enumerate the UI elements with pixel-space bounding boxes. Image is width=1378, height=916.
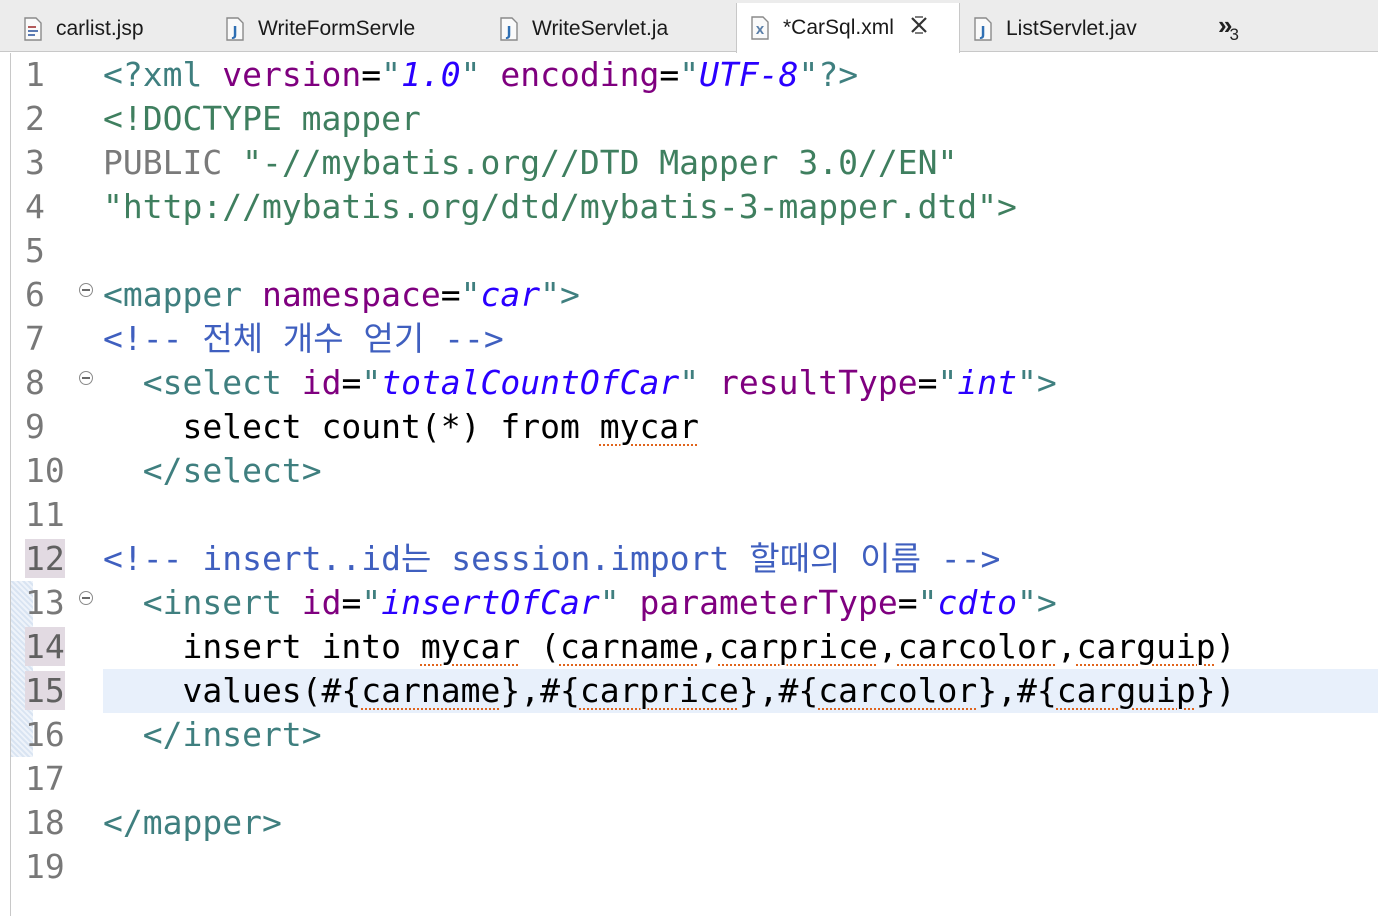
code-text: <insert id="insertOfCar" parameterType="… [142,583,1057,622]
line-number: 15 [25,671,65,710]
svg-text:J: J [980,25,986,40]
fold-toggle-icon[interactable] [79,591,93,605]
code-text: values(#{carname},#{carprice},#{carcolor… [103,671,1236,710]
line-number: 17 [25,759,65,798]
code-text: <!-- insert..id는 session.import 할때의 이름 -… [103,539,1001,578]
line-number: 12 [25,539,65,578]
java-file-icon: J [224,17,246,41]
tab-listservlet-jav[interactable]: J ListServlet.jav [962,6,1212,52]
jsp-file-icon [22,17,44,41]
code-text: insert into mycar (carname,carprice,carc… [103,627,1236,666]
line-number: 10 [25,451,65,490]
line-number: 5 [25,231,45,270]
line-number: 3 [25,143,45,182]
line-number: 1 [25,55,45,94]
code-line[interactable]: 2 <!DOCTYPE mapper [11,97,1378,141]
tab-label: WriteFormServle [258,17,416,40]
line-number: 8 [25,363,45,402]
code-text: PUBLIC "-//mybatis.org//DTD Mapper 3.0//… [103,143,958,182]
code-text: </insert> [142,715,322,754]
code-line[interactable]: 9 select count(*) from mycar [11,405,1378,449]
line-number: 9 [25,407,45,446]
code-text: <?xml version="1.0" encoding="UTF-8"?> [103,55,859,94]
line-number: 16 [25,715,65,754]
code-text: select count(*) from mycar [103,407,700,446]
code-text: <select id="totalCountOfCar" resultType=… [142,363,1057,402]
overflow-chevron-icon: » [1218,10,1233,40]
java-file-icon: J [972,17,994,41]
svg-text:J: J [506,25,512,40]
svg-text:X: X [756,24,765,37]
editor-tab-bar: carlist.jsp J WriteFormServle J WriteServlet… [0,0,1378,53]
tab-overflow-button[interactable]: »3 [1218,10,1239,44]
tab-carlist-jsp[interactable]: carlist.jsp [12,6,212,52]
code-line[interactable]: 10 </select> [11,449,1378,493]
code-line[interactable]: 4 "http://mybatis.org/dtd/mybatis-3-mappe… [11,185,1378,229]
code-text: <!DOCTYPE mapper [103,99,421,138]
code-line[interactable]: 18 </mapper> [11,801,1378,845]
overflow-count: 3 [1229,25,1239,44]
line-number: 6 [25,275,45,314]
code-line[interactable]: 19 [11,845,1378,889]
tab-carsql-xml[interactable]: X *CarSql.xml [736,3,960,53]
code-text: <!-- 전체 개수 얻기 --> [103,319,504,358]
line-number: 14 [25,627,65,666]
tab-label: WriteServlet.ja [532,17,669,40]
line-number: 18 [25,803,65,842]
code-line[interactable]: 6 <mapper namespace="car"> [11,273,1378,317]
line-number: 7 [25,319,45,358]
fold-toggle-icon[interactable] [79,283,93,297]
code-line[interactable]: 7 <!-- 전체 개수 얻기 --> [11,317,1378,361]
line-number: 11 [25,495,65,534]
xml-file-icon: X [749,16,771,40]
code-text: </mapper> [103,803,282,842]
tab-writeservlet-ja[interactable]: J WriteServlet.ja [488,6,734,52]
code-line[interactable]: 13 <insert id="insertOfCar" parameterTyp… [11,581,1378,625]
code-editor[interactable]: 1 <?xml version="1.0" encoding="UTF-8"?> 2… [10,53,1378,916]
code-line[interactable]: 11 [11,493,1378,537]
line-number: 19 [25,847,65,886]
code-text: <mapper namespace="car"> [103,275,580,314]
code-line[interactable]: 8 <select id="totalCountOfCar" resultTyp… [11,361,1378,405]
code-text: </select> [142,451,322,490]
line-number: 4 [25,187,45,226]
line-number: 2 [25,99,45,138]
tab-label: *CarSql.xml [783,16,894,39]
code-text: "http://mybatis.org/dtd/mybatis-3-mapper… [103,187,1017,226]
tab-writeformservle[interactable]: J WriteFormServle [214,6,486,52]
java-file-icon: J [498,17,520,41]
tab-label: ListServlet.jav [1006,17,1137,40]
code-line[interactable]: 15 values(#{carname},#{carprice},#{carco… [11,669,1378,713]
tab-label: carlist.jsp [56,17,144,40]
code-line[interactable]: 3 PUBLIC "-//mybatis.org//DTD Mapper 3.0/… [11,141,1378,185]
svg-text:J: J [232,25,238,40]
code-line[interactable]: 16 </insert> [11,713,1378,757]
code-line[interactable]: 5 [11,229,1378,273]
close-tab-icon[interactable] [908,14,930,42]
code-line[interactable]: 1 <?xml version="1.0" encoding="UTF-8"?> [11,53,1378,97]
code-line[interactable]: 14 insert into mycar (carname,carprice,c… [11,625,1378,669]
code-line[interactable]: 17 [11,757,1378,801]
line-number: 13 [25,583,65,622]
fold-toggle-icon[interactable] [79,371,93,385]
code-line[interactable]: 12 <!-- insert..id는 session.import 할때의 이름… [11,537,1378,581]
